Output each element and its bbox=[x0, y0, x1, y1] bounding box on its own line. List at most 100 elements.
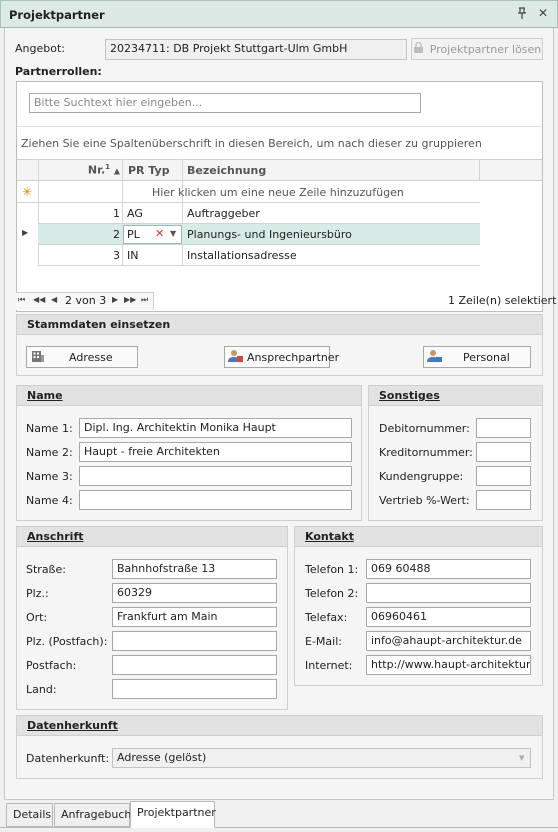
sonstiges-title: Sonstiges bbox=[369, 386, 542, 406]
column-header-nr[interactable]: Nr.1 ▲ bbox=[40, 163, 120, 177]
pager-next-page-icon[interactable]: ▶▶ bbox=[124, 295, 136, 304]
internet-label: Internet: bbox=[305, 659, 353, 672]
debitor-label: Debitornummer: bbox=[379, 422, 470, 435]
email-field[interactable]: info@ahaupt-architektur.de bbox=[366, 631, 531, 651]
tab-details[interactable]: Details bbox=[6, 803, 53, 827]
name4-field[interactable] bbox=[79, 490, 352, 510]
adresse-button[interactable]: Adresse bbox=[26, 346, 138, 368]
name2-field[interactable]: Haupt - freie Architekten bbox=[79, 442, 352, 462]
projektpartner-loesen-button[interactable]: Projektpartner lösen bbox=[411, 38, 543, 60]
plz-postfach-field[interactable] bbox=[112, 631, 277, 651]
personal-icon bbox=[427, 349, 443, 366]
personal-label: Personal bbox=[463, 350, 510, 364]
ansprechpartner-label: Ansprechpartner bbox=[247, 350, 340, 364]
telefon1-field[interactable]: 069 60488 bbox=[366, 559, 531, 579]
pager-position: 2 von 3 bbox=[65, 294, 107, 307]
tab-strip-baseline bbox=[0, 827, 558, 832]
tab-anfragebuch[interactable]: Anfragebuch bbox=[54, 803, 131, 827]
selection-count: 1 Zeile(n) selektiert bbox=[448, 294, 557, 307]
divider bbox=[17, 126, 542, 127]
row-typ: AG bbox=[127, 207, 143, 220]
kundengruppe-field[interactable] bbox=[476, 466, 531, 486]
personal-button[interactable]: Personal bbox=[423, 346, 531, 368]
email-label: E-Mail: bbox=[305, 635, 342, 648]
plz-label: Plz.: bbox=[26, 587, 49, 600]
plz-postfach-label: Plz. (Postfach): bbox=[26, 635, 108, 648]
angebot-field: 20234711: DB Projekt Stuttgart-Ulm GmbH bbox=[105, 39, 407, 60]
close-icon[interactable]: ✕ bbox=[538, 6, 548, 20]
row-nr: 2 bbox=[113, 228, 120, 241]
strasse-field[interactable]: Bahnhofstraße 13 bbox=[112, 559, 277, 579]
chevron-down-icon[interactable]: ▼ bbox=[519, 754, 524, 762]
row-bezeichnung: Installationsadresse bbox=[187, 249, 297, 262]
internet-field[interactable]: http://www.haupt-architektur.de bbox=[366, 655, 531, 675]
name3-field[interactable] bbox=[79, 466, 352, 486]
column-header-nr-label: Nr. bbox=[87, 163, 106, 177]
sort-index: 1 bbox=[105, 163, 110, 171]
clear-icon[interactable]: ✕ bbox=[155, 227, 164, 240]
land-field[interactable] bbox=[112, 679, 277, 699]
grid-search-input[interactable]: Bitte Suchtext hier eingeben... bbox=[29, 93, 421, 113]
name1-field[interactable]: Dipl. Ing. Architektin Monika Haupt bbox=[79, 418, 352, 438]
telefax-label: Telefax: bbox=[305, 611, 348, 624]
plz-field[interactable]: 60329 bbox=[112, 583, 277, 603]
kundengruppe-label: Kundengruppe: bbox=[379, 470, 464, 483]
datenherkunft-label: Datenherkunft: bbox=[26, 752, 110, 765]
kreditor-label: Kreditornummer: bbox=[379, 446, 473, 459]
row-typ: PL bbox=[127, 228, 140, 241]
ansprechpartner-button[interactable]: Ansprechpartner bbox=[224, 346, 339, 368]
group-panel-hint: Ziehen Sie eine Spaltenüberschrift in di… bbox=[21, 137, 482, 150]
land-label: Land: bbox=[26, 683, 57, 696]
strasse-label: Straße: bbox=[26, 563, 66, 576]
postfach-label: Postfach: bbox=[26, 659, 77, 672]
contact-person-icon bbox=[228, 349, 244, 366]
kontakt-title: Kontakt bbox=[295, 527, 542, 547]
pager-prev-page-icon[interactable]: ◀◀ bbox=[33, 295, 45, 304]
partnerrollen-label: Partnerrollen: bbox=[15, 65, 102, 78]
datenherkunft-group: Datenherkunft bbox=[16, 715, 543, 779]
stammdaten-title: Stammdaten einsetzen bbox=[17, 315, 542, 335]
pager-last-icon[interactable]: ⏭ bbox=[141, 295, 148, 305]
anschrift-title: Anschrift bbox=[17, 527, 287, 547]
name3-label: Name 3: bbox=[26, 470, 73, 483]
sort-ascending-icon: ▲ bbox=[113, 166, 120, 176]
debitor-field[interactable] bbox=[476, 418, 531, 438]
new-row-hint[interactable]: Hier klicken um eine neue Zeile hinzuzuf… bbox=[152, 186, 404, 199]
telefon2-field[interactable] bbox=[366, 583, 531, 603]
ort-field[interactable]: Frankfurt am Main bbox=[112, 607, 277, 627]
tab-projektpartner[interactable]: Projektpartner bbox=[130, 801, 216, 828]
column-header-typ[interactable]: PR Typ bbox=[128, 164, 170, 177]
row-typ: IN bbox=[127, 249, 139, 262]
pager-prev-icon[interactable]: ◀ bbox=[51, 295, 57, 304]
lock-icon bbox=[413, 41, 424, 57]
grid-line bbox=[479, 159, 480, 181]
name1-label: Name 1: bbox=[26, 422, 73, 435]
pin-icon[interactable] bbox=[517, 7, 529, 21]
pager-first-icon[interactable]: ⏮ bbox=[18, 295, 25, 305]
name-title: Name bbox=[17, 386, 361, 406]
datenherkunft-title: Datenherkunft bbox=[17, 716, 542, 736]
row-bezeichnung: Auftraggeber bbox=[187, 207, 260, 220]
adresse-label: Adresse bbox=[69, 350, 113, 364]
projektpartner-loesen-label: Projektpartner lösen bbox=[429, 42, 542, 56]
column-header-bezeichnung[interactable]: Bezeichnung bbox=[187, 164, 266, 177]
name2-label: Name 2: bbox=[26, 446, 73, 459]
telefon2-label: Telefon 2: bbox=[305, 587, 359, 600]
row-nr: 3 bbox=[113, 249, 120, 262]
pager-next-icon[interactable]: ▶ bbox=[112, 295, 118, 304]
row-bezeichnung: Planungs- und Ingenieursbüro bbox=[187, 228, 352, 241]
vertrieb-field[interactable] bbox=[476, 490, 531, 510]
vertrieb-label: Vertrieb %-Wert: bbox=[379, 494, 470, 507]
ort-label: Ort: bbox=[26, 611, 48, 624]
row-nr: 1 bbox=[113, 207, 120, 220]
chevron-down-icon[interactable]: ▼ bbox=[170, 229, 176, 238]
name4-label: Name 4: bbox=[26, 494, 73, 507]
angebot-label: Angebot: bbox=[15, 42, 65, 55]
postfach-field[interactable] bbox=[112, 655, 277, 675]
datenherkunft-select[interactable]: Adresse (gelöst) bbox=[112, 748, 531, 768]
window-titlebar: Projektpartner ✕ bbox=[0, 0, 558, 28]
kreditor-field[interactable] bbox=[476, 442, 531, 462]
telefax-field[interactable]: 06960461 bbox=[366, 607, 531, 627]
building-icon bbox=[31, 349, 45, 366]
new-row-icon: ✳ bbox=[22, 185, 33, 199]
